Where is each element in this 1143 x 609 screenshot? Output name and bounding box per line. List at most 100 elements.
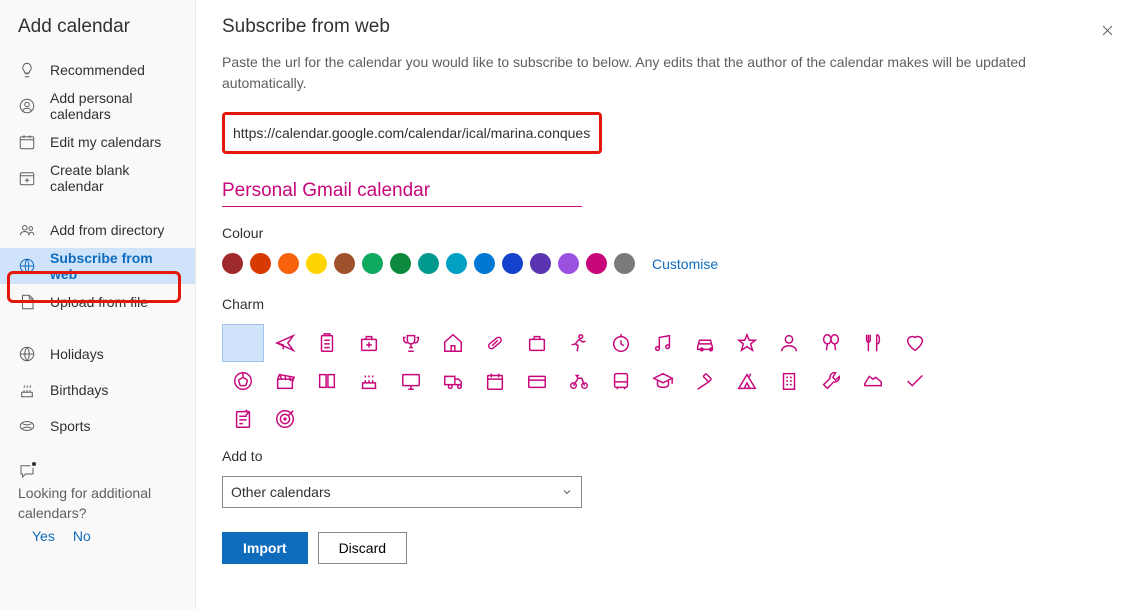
customise-link[interactable]: Customise — [652, 256, 718, 272]
charm-clapper[interactable] — [264, 362, 306, 400]
sidebar-item-label: Upload from file — [50, 294, 148, 310]
charm-pill[interactable] — [474, 324, 516, 362]
feedback-no[interactable]: No — [73, 527, 91, 547]
charm-running[interactable] — [558, 324, 600, 362]
charm-medkit[interactable] — [348, 324, 390, 362]
sidebar-item-holidays[interactable]: Holidays — [0, 336, 195, 372]
charm-label: Charm — [222, 296, 1117, 312]
graduation-icon — [652, 370, 674, 392]
gavel-icon — [694, 370, 716, 392]
addto-select[interactable]: Other calendars — [222, 476, 582, 508]
charm-target[interactable] — [264, 400, 306, 438]
colour-swatch[interactable] — [362, 253, 383, 274]
charm-heart[interactable] — [894, 324, 936, 362]
colour-swatch[interactable] — [222, 253, 243, 274]
plane-icon — [274, 332, 296, 354]
charm-shoe[interactable] — [852, 362, 894, 400]
close-button[interactable] — [1091, 14, 1123, 46]
chevron-down-icon — [561, 486, 573, 498]
charm-monitor[interactable] — [390, 362, 432, 400]
charm-calendar[interactable] — [474, 362, 516, 400]
charm-none[interactable] — [222, 324, 264, 362]
heart-icon — [904, 332, 926, 354]
charm-star[interactable] — [726, 324, 768, 362]
sidebar-item-label: Subscribe from web — [50, 250, 177, 282]
colour-swatch[interactable] — [558, 253, 579, 274]
cutlery-icon — [862, 332, 884, 354]
charm-gavel[interactable] — [684, 362, 726, 400]
colour-swatch[interactable] — [250, 253, 271, 274]
shoe-icon — [862, 370, 884, 392]
charm-briefcase[interactable] — [516, 324, 558, 362]
colour-swatch[interactable] — [446, 253, 467, 274]
charm-grid — [222, 324, 942, 438]
charm-check[interactable] — [894, 362, 936, 400]
charm-balloons[interactable] — [810, 324, 852, 362]
clapper-icon — [274, 370, 296, 392]
sidebar-item-recommended[interactable]: Recommended — [0, 52, 195, 88]
sidebar-item-directory[interactable]: Add from directory — [0, 212, 195, 248]
lightbulb-icon — [18, 61, 36, 79]
sidebar: Add calendar Recommended Add personal ca… — [0, 0, 196, 609]
calendar-url-input[interactable] — [227, 117, 597, 149]
calendar-name-input[interactable] — [222, 176, 582, 207]
feedback-yes[interactable]: Yes — [32, 527, 55, 547]
charm-book[interactable] — [306, 362, 348, 400]
sidebar-item-birthdays[interactable]: Birthdays — [0, 372, 195, 408]
charm-plane[interactable] — [264, 324, 306, 362]
sidebar-item-add-personal[interactable]: Add personal calendars — [0, 88, 195, 124]
charm-clock[interactable] — [600, 324, 642, 362]
discard-button[interactable]: Discard — [318, 532, 407, 564]
main-panel: Subscribe from web Paste the url for the… — [196, 0, 1143, 609]
charm-cake[interactable] — [348, 362, 390, 400]
colour-label: Colour — [222, 225, 1117, 241]
colour-swatch[interactable] — [390, 253, 411, 274]
colour-swatch[interactable] — [334, 253, 355, 274]
colour-swatch[interactable] — [278, 253, 299, 274]
charm-trophy[interactable] — [390, 324, 432, 362]
running-icon — [568, 332, 590, 354]
colour-swatch[interactable] — [530, 253, 551, 274]
charm-clipboard[interactable] — [306, 324, 348, 362]
charm-wrench[interactable] — [810, 362, 852, 400]
charm-soccer[interactable] — [222, 362, 264, 400]
file-icon — [18, 293, 36, 311]
balloons-icon — [820, 332, 842, 354]
colour-swatch[interactable] — [614, 253, 635, 274]
charm-bike[interactable] — [558, 362, 600, 400]
sidebar-item-upload[interactable]: Upload from file — [0, 284, 195, 320]
sidebar-item-sports[interactable]: Sports — [0, 408, 195, 444]
home-icon — [442, 332, 464, 354]
colour-swatch[interactable] — [474, 253, 495, 274]
sidebar-title: Add calendar — [0, 10, 195, 52]
charm-person[interactable] — [768, 324, 810, 362]
colour-swatch[interactable] — [306, 253, 327, 274]
sidebar-item-label: Add from directory — [50, 222, 164, 238]
sidebar-item-subscribe-web[interactable]: Subscribe from web — [0, 248, 195, 284]
charm-graduation[interactable] — [642, 362, 684, 400]
charm-tent[interactable] — [726, 362, 768, 400]
sidebar-item-label: Holidays — [50, 346, 104, 362]
charm-truck[interactable] — [432, 362, 474, 400]
charm-bus[interactable] — [600, 362, 642, 400]
charm-music[interactable] — [642, 324, 684, 362]
sidebar-item-create-blank[interactable]: Create blank calendar — [0, 160, 195, 196]
sidebar-item-label: Birthdays — [50, 382, 108, 398]
colour-swatch[interactable] — [586, 253, 607, 274]
charm-home[interactable] — [432, 324, 474, 362]
calendar-plus-icon — [18, 169, 36, 187]
globe2-icon — [18, 345, 36, 363]
feedback-prompt: Looking for additional calendars? Yes No — [0, 460, 195, 547]
charm-car[interactable] — [684, 324, 726, 362]
charm-note[interactable] — [222, 400, 264, 438]
charm-cutlery[interactable] — [852, 324, 894, 362]
colour-swatch[interactable] — [502, 253, 523, 274]
sidebar-item-edit[interactable]: Edit my calendars — [0, 124, 195, 160]
globe-icon — [18, 257, 36, 275]
import-button[interactable]: Import — [222, 532, 308, 564]
sidebar-item-label: Sports — [50, 418, 90, 434]
edit-calendar-icon — [18, 133, 36, 151]
colour-swatch[interactable] — [418, 253, 439, 274]
charm-building[interactable] — [768, 362, 810, 400]
charm-card[interactable] — [516, 362, 558, 400]
